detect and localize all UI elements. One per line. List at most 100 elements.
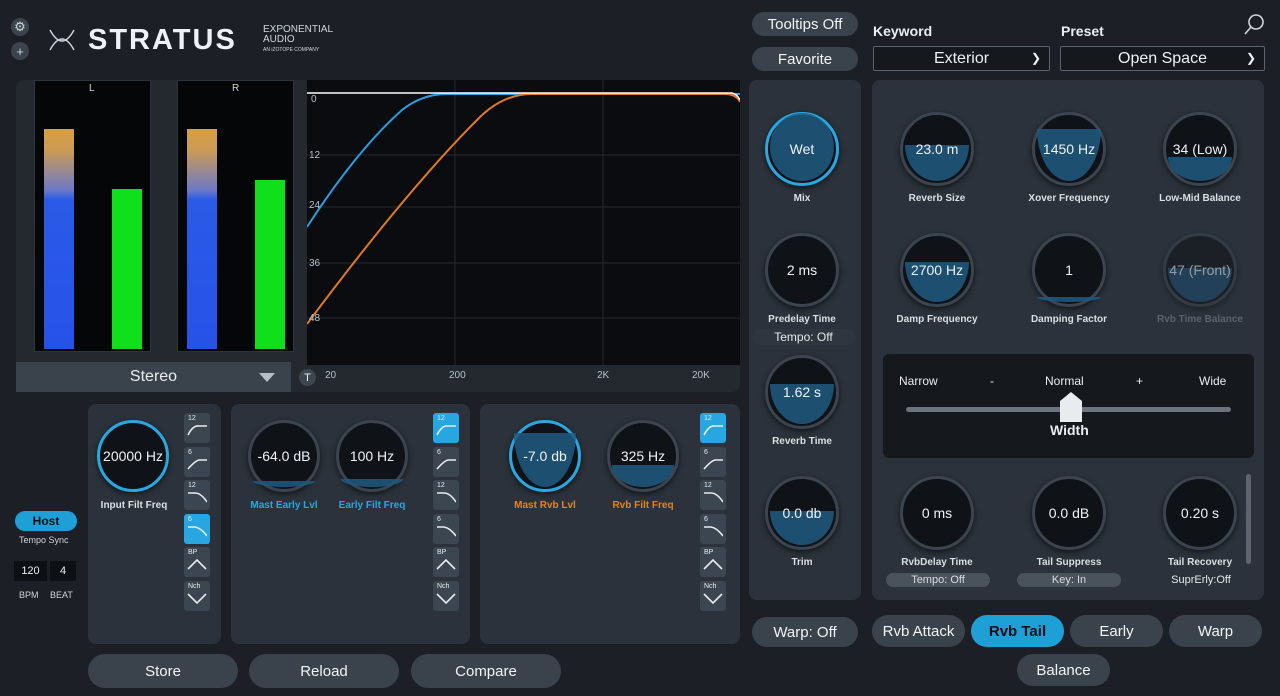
meter-mode-dropdown[interactable]: Stereo bbox=[16, 362, 291, 392]
rvb-time-balance-knob[interactable]: 47 (Front) bbox=[1163, 233, 1237, 307]
early-filt-freq-knob[interactable]: 100 Hz bbox=[336, 420, 408, 492]
search-icon[interactable] bbox=[1242, 12, 1266, 36]
filter-type-lp12-button[interactable]: 12 bbox=[184, 480, 210, 510]
damp-factor-value: 1 bbox=[1065, 262, 1073, 278]
rvb-delay-tempo-button[interactable]: Tempo: Off bbox=[886, 573, 990, 587]
xover-value: 1450 Hz bbox=[1042, 141, 1096, 157]
damp-freq-label: Damp Frequency bbox=[896, 314, 978, 325]
filter-type-lp6-button[interactable]: 6 bbox=[184, 513, 210, 544]
filter-type-notch-button[interactable]: Nch bbox=[700, 580, 726, 611]
low-mid-knob[interactable]: 34 (Low) bbox=[1163, 112, 1237, 186]
filter-shape-icon bbox=[704, 525, 723, 536]
filter-shape-icon bbox=[436, 592, 456, 604]
store-button[interactable]: Store bbox=[88, 654, 238, 688]
filter-type-label: Nch bbox=[437, 582, 450, 590]
filter-shape-icon bbox=[188, 492, 207, 503]
key-in-button[interactable]: Key: In bbox=[1017, 573, 1121, 587]
reverb-size-knob[interactable]: 23.0 m bbox=[900, 112, 974, 186]
input-filt-freq-knob[interactable]: 20000 Hz bbox=[97, 420, 169, 492]
filter-type-hp6-button[interactable]: 6 bbox=[433, 446, 459, 477]
filter-type-hp6-button[interactable]: 6 bbox=[700, 446, 726, 477]
filter-type-hp12-button[interactable]: 12 bbox=[700, 413, 726, 443]
filter-type-label: 6 bbox=[704, 515, 708, 523]
filter-type-lp12-button[interactable]: 12 bbox=[433, 480, 459, 510]
right-panel-scrollbar[interactable] bbox=[1246, 474, 1251, 564]
tab-rvb-tail[interactable]: Rvb Tail bbox=[971, 615, 1064, 647]
rvb-filt-freq-fill bbox=[612, 465, 674, 487]
left-meter: L bbox=[34, 80, 151, 352]
filter-type-bp-button[interactable]: BP bbox=[700, 547, 726, 577]
damp-freq-knob[interactable]: 2700 Hz bbox=[900, 233, 974, 307]
preset-dropdown[interactable]: Open Space ❯ bbox=[1060, 46, 1265, 71]
trim-knob[interactable]: 0.0 db bbox=[765, 476, 839, 550]
mix-knob[interactable]: Wet bbox=[765, 112, 839, 186]
mast-early-lvl-label: Mast Early Lvl bbox=[250, 500, 318, 511]
predelay-knob[interactable]: 2 ms bbox=[765, 233, 839, 307]
width-label: Width bbox=[1050, 422, 1089, 438]
filter-type-bp-button[interactable]: BP bbox=[433, 547, 459, 577]
low-cut-curve-orange bbox=[307, 93, 740, 325]
tooltips-button[interactable]: Tooltips Off bbox=[752, 12, 858, 36]
mast-early-lvl-knob[interactable]: -64.0 dB bbox=[248, 420, 320, 492]
right-meter-input-bar bbox=[187, 129, 217, 349]
maker-logo: EXPONENTIAL AUDIO AN iZOTOPE COMPANY bbox=[263, 25, 333, 55]
tail-suppress-value: 0.0 dB bbox=[1048, 505, 1090, 521]
beat-field[interactable]: 4 bbox=[50, 561, 76, 581]
xover-label: Xover Frequency bbox=[1028, 193, 1110, 204]
filter-shape-icon bbox=[436, 458, 456, 470]
filter-type-label: 12 bbox=[704, 415, 712, 422]
trim-label: Trim bbox=[791, 557, 813, 568]
keyword-dropdown[interactable]: Exterior ❯ bbox=[873, 46, 1050, 71]
filter-type-bp-button[interactable]: BP bbox=[184, 547, 210, 577]
damp-factor-knob[interactable]: 1 bbox=[1032, 233, 1106, 307]
reload-button[interactable]: Reload bbox=[249, 654, 399, 688]
filter-type-lp12-button[interactable]: 12 bbox=[700, 480, 726, 510]
bpm-field[interactable]: 120 bbox=[14, 561, 47, 581]
rvb-delay-label: RvbDelay Time bbox=[901, 557, 973, 568]
left-meter-input-bar bbox=[44, 129, 74, 349]
rvb-filt-freq-knob[interactable]: 325 Hz bbox=[607, 420, 679, 492]
predelay-tempo-button[interactable]: Tempo: Off bbox=[752, 329, 855, 345]
supr-erly-button[interactable]: SuprErly:Off bbox=[1149, 573, 1253, 587]
mix-label: Mix bbox=[793, 193, 811, 204]
tail-suppress-knob[interactable]: 0.0 dB bbox=[1032, 476, 1106, 550]
tab-warp[interactable]: Warp bbox=[1169, 615, 1262, 647]
favorite-button[interactable]: Favorite bbox=[752, 47, 858, 71]
filter-type-label: 6 bbox=[188, 515, 192, 523]
filter-type-label: 6 bbox=[437, 448, 441, 456]
maker-line-3: AN iZOTOPE COMPANY bbox=[263, 47, 320, 53]
tab-rvb-attack[interactable]: Rvb Attack bbox=[872, 615, 965, 647]
filter-type-lp6-button[interactable]: 6 bbox=[700, 513, 726, 544]
add-icon[interactable]: + bbox=[11, 42, 29, 60]
early-filt-freq-label: Early Filt Freq bbox=[338, 500, 406, 511]
mast-rvb-lvl-value: -7.0 db bbox=[523, 448, 567, 464]
rvb-delay-knob[interactable]: 0 ms bbox=[900, 476, 974, 550]
damp-freq-value: 2700 Hz bbox=[910, 262, 964, 278]
tab-early[interactable]: Early bbox=[1070, 615, 1163, 647]
y-tick-24: 24 bbox=[309, 200, 321, 211]
filter-type-notch-button[interactable]: Nch bbox=[184, 580, 210, 611]
filter-type-lp6-button[interactable]: 6 bbox=[433, 513, 459, 544]
filter-type-hp12-button[interactable]: 12 bbox=[184, 413, 210, 443]
bpm-label: BPM bbox=[19, 590, 39, 600]
filter-type-hp12-button[interactable]: 12 bbox=[433, 413, 459, 443]
host-button[interactable]: Host bbox=[15, 511, 77, 531]
filter-type-label: 12 bbox=[188, 482, 196, 489]
tab-balance[interactable]: Balance bbox=[1017, 654, 1110, 686]
tail-recovery-knob[interactable]: 0.20 s bbox=[1163, 476, 1237, 550]
filter-type-hp6-button[interactable]: 6 bbox=[184, 446, 210, 477]
reverb-time-knob[interactable]: 1.62 s bbox=[765, 355, 839, 429]
compare-button[interactable]: Compare bbox=[411, 654, 561, 688]
xover-knob[interactable]: 1450 Hz bbox=[1032, 112, 1106, 186]
keyword-label: Keyword bbox=[873, 23, 933, 39]
t-button[interactable]: T bbox=[299, 369, 316, 386]
filter-shape-icon bbox=[703, 592, 723, 604]
width-wide: Wide bbox=[1199, 374, 1227, 388]
settings-gear-icon[interactable]: ⚙ bbox=[11, 18, 29, 36]
left-meter-label: L bbox=[89, 83, 95, 94]
mast-rvb-lvl-knob[interactable]: -7.0 db bbox=[509, 420, 581, 492]
warp-off-button[interactable]: Warp: Off bbox=[752, 617, 858, 647]
filter-type-notch-button[interactable]: Nch bbox=[433, 580, 459, 611]
early-filt-freq-value: 100 Hz bbox=[349, 448, 395, 464]
rvb-time-balance-value: 47 (Front) bbox=[1169, 262, 1231, 278]
